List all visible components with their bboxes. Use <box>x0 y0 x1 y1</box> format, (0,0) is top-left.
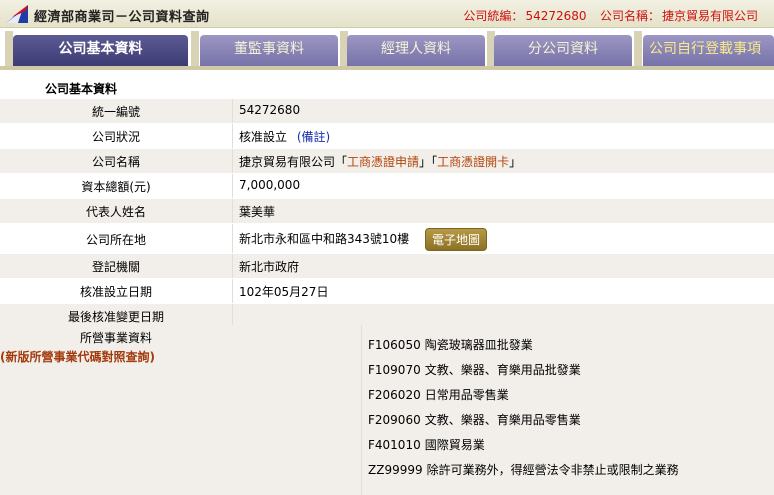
field-label: 公司所在地 <box>85 233 146 247</box>
tab-self-disclosure[interactable]: 公司自行登載事項 <box>643 35 774 66</box>
business-list: F106050 陶瓷玻璃器皿批發業 F109070 文教、樂器、育樂用品批發業 F2… <box>368 336 679 486</box>
list-item: F401010 國際貿易業 <box>368 436 679 461</box>
quote-open: 「 <box>335 155 348 169</box>
cert-activate-link[interactable]: 工商憑證開卡 <box>437 155 509 169</box>
company-name-value: 捷京貿易有限公司 <box>661 9 758 23</box>
business-desc: 國際貿易業 <box>424 438 485 452</box>
ministry-logo-icon <box>6 5 28 23</box>
ban-label: 公司統編： <box>463 9 524 23</box>
business-code: ZZ99999 <box>368 463 423 477</box>
cert-apply-link[interactable]: 工商憑證申請 <box>347 155 419 169</box>
name-cell: 捷京貿易有限公司「工商憑證申請」「工商憑證開卡」 <box>233 149 774 173</box>
tab-separator <box>191 31 199 67</box>
status-cell: 核准設立 (備註) <box>233 124 774 148</box>
tab-separator <box>634 31 642 67</box>
list-item: F206020 日常用品零售業 <box>368 386 679 411</box>
field-label: 代表人姓名 <box>85 205 146 219</box>
field-label: 公司名稱 <box>91 155 140 169</box>
business-code: F106050 <box>368 338 421 352</box>
representative-value: 葉美華 <box>239 205 276 219</box>
approval-date-value: 102年05月27日 <box>239 285 329 299</box>
tab-separator <box>5 31 13 67</box>
table-row: 公司名稱 捷京貿易有限公司「工商憑證申請」「工商憑證開卡」 <box>0 149 774 174</box>
table-row: 統一編號 54272680 <box>0 99 774 124</box>
business-label: 所營事業資料 <box>79 331 152 345</box>
list-item: F106050 陶瓷玻璃器皿批發業 <box>368 336 679 361</box>
address-value: 新北市永和區中和路343號10樓 <box>239 232 410 246</box>
table-row: 登記機關 新北市政府 <box>0 254 774 279</box>
quote-close: 」 <box>419 155 432 169</box>
business-desc: 文教、樂器、育樂用品零售業 <box>424 413 581 427</box>
authority-value: 新北市政府 <box>239 260 300 274</box>
field-label: 公司狀況 <box>91 130 140 144</box>
app-title: 經濟部商業司－公司資料查詢 <box>34 10 210 25</box>
table-row: 最後核准變更日期 <box>0 304 774 326</box>
capital-value: 7,000,000 <box>239 178 301 192</box>
tab-directors[interactable]: 董監事資料 <box>200 35 338 66</box>
business-label-cell: 所營事業資料 (新版所營事業代碼對照查詢) <box>0 329 232 365</box>
business-code: F206020 <box>368 388 421 402</box>
last-change-value <box>233 304 774 325</box>
tab-managers[interactable]: 經理人資料 <box>347 35 485 66</box>
header-bar: 經濟部商業司－公司資料查詢 公司統編： 54272680 公司名稱： 捷京貿易有限公… <box>0 0 774 28</box>
map-button[interactable]: 電子地圖 <box>425 228 488 251</box>
field-label: 統一編號 <box>91 105 140 119</box>
quote-close: 」 <box>509 155 522 169</box>
table-row: 代表人姓名 葉美華 <box>0 199 774 224</box>
tab-branches[interactable]: 分公司資料 <box>494 35 632 66</box>
header-company-info: 公司統編： 54272680 公司名稱： 捷京貿易有限公司 <box>461 7 758 24</box>
list-item: ZZ99999 除許可業務外，得經營法令非禁止或限制之業務 <box>368 461 679 486</box>
table-row: 核准設立日期 102年05月27日 <box>0 279 774 304</box>
business-desc: 日常用品零售業 <box>424 388 509 402</box>
section-title: 公司基本資料 <box>45 82 118 96</box>
status-note-link[interactable]: (備註) <box>297 130 330 144</box>
address-cell: 新北市永和區中和路343號10樓 電子地圖 <box>233 224 774 253</box>
company-name-value: 捷京貿易有限公司 <box>239 155 336 169</box>
table-row: 公司所在地 新北市永和區中和路343號10樓 電子地圖 <box>0 224 774 254</box>
list-item: F209060 文教、樂器、育樂用品零售業 <box>368 411 679 436</box>
list-item: F109070 文教、樂器、育樂用品批發業 <box>368 361 679 386</box>
tab-underline <box>0 66 774 70</box>
business-desc: 文教、樂器、育樂用品批發業 <box>424 363 581 377</box>
business-code: F401010 <box>368 438 421 452</box>
business-code: F109070 <box>368 363 421 377</box>
company-name-label: 公司名稱： <box>599 9 660 23</box>
status-value: 核准設立 <box>239 130 288 144</box>
business-desc: 除許可業務外，得經營法令非禁止或限制之業務 <box>426 463 679 477</box>
business-code: F209060 <box>368 413 421 427</box>
section-title-row: 公司基本資料 <box>0 75 774 99</box>
business-code-lookup-link[interactable]: (新版所營事業代碼對照查詢) <box>0 348 232 365</box>
business-desc: 陶瓷玻璃器皿批發業 <box>424 338 533 352</box>
ban-value: 54272680 <box>239 103 301 117</box>
column-divider <box>361 325 362 495</box>
ban-value: 54272680 <box>525 9 587 23</box>
field-label: 核准設立日期 <box>79 285 152 299</box>
table-row: 資本總額(元) 7,000,000 <box>0 174 774 199</box>
table-row: 公司狀況 核准設立 (備註) <box>0 124 774 149</box>
field-label: 登記機關 <box>91 260 140 274</box>
field-label: 資本總額(元) <box>81 180 151 194</box>
tab-company-basic[interactable]: 公司基本資料 <box>13 35 188 66</box>
field-label: 最後核准變更日期 <box>67 310 164 324</box>
